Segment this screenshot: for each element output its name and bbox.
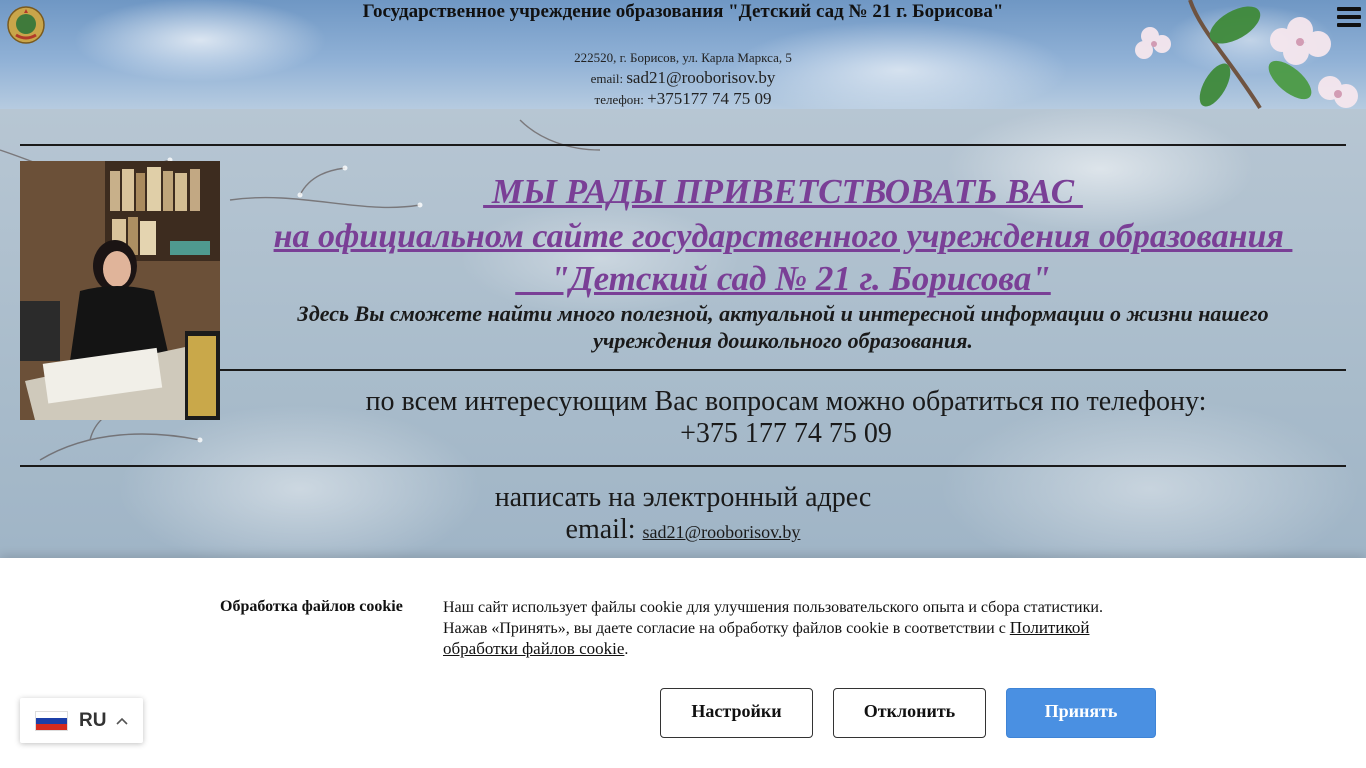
header-phone-value: +375177 74 75 09 — [647, 89, 772, 108]
divider — [20, 465, 1346, 467]
director-photo — [20, 161, 220, 420]
welcome-heading-line1: МЫ РАДЫ ПРИВЕТСТВОВАТЬ ВАС — [483, 172, 1083, 211]
header-email: email: sad21@rooborisov.by — [0, 68, 1366, 88]
email-row: email: sad21@rooborisov.by — [0, 514, 1366, 548]
chevron-up-icon — [116, 717, 129, 725]
contact-block: по всем интересующим Вас вопросам можно … — [230, 386, 1342, 450]
email-prompt: написать на электронный адрес — [494, 482, 872, 513]
cookie-description: Наш сайт использует файлы cookie для улу… — [443, 599, 1103, 637]
cookie-settings-button[interactable]: Настройки — [660, 688, 813, 738]
header-phone-label: телефон: — [594, 92, 644, 107]
welcome-heading-line2: на официальном сайте государственного уч… — [273, 218, 1293, 255]
language-selector[interactable]: RU — [20, 698, 143, 743]
contact-label: по всем интересующим Вас вопросам можно … — [365, 386, 1207, 417]
russia-flag-icon — [35, 710, 68, 731]
site-title: Государственное учреждение образования "… — [362, 1, 1004, 22]
cookie-text-end: . — [624, 641, 629, 658]
cookie-text: Наш сайт использует файлы cookie для улу… — [443, 598, 1123, 660]
email-label: email: — [565, 514, 636, 545]
header-email-value[interactable]: sad21@rooborisov.by — [626, 68, 775, 87]
email-link[interactable]: sad21@rooborisov.by — [643, 522, 801, 542]
cookie-reject-button[interactable]: Отклонить — [833, 688, 986, 738]
header-phone: телефон: +375177 74 75 09 — [0, 89, 1366, 109]
language-code: RU — [79, 709, 107, 731]
divider — [20, 144, 1346, 146]
header-email-label: email: — [590, 71, 624, 86]
welcome-heading-line3: "Детский сад № 21 г. Борисова" — [515, 259, 1051, 298]
cookie-accept-button[interactable]: Принять — [1006, 688, 1156, 738]
cookie-title: Обработка файлов cookie — [220, 598, 403, 615]
header-address: 222520, г. Борисов, ул. Карла Маркса, 5 — [574, 50, 792, 65]
welcome-text: Здесь Вы сможете найти много полезной, а… — [297, 301, 1269, 353]
contact-phone: +375 177 74 75 09 — [680, 418, 892, 449]
divider — [220, 369, 1346, 371]
cookie-banner: Обработка файлов cookie Наш сайт использ… — [0, 558, 1366, 768]
